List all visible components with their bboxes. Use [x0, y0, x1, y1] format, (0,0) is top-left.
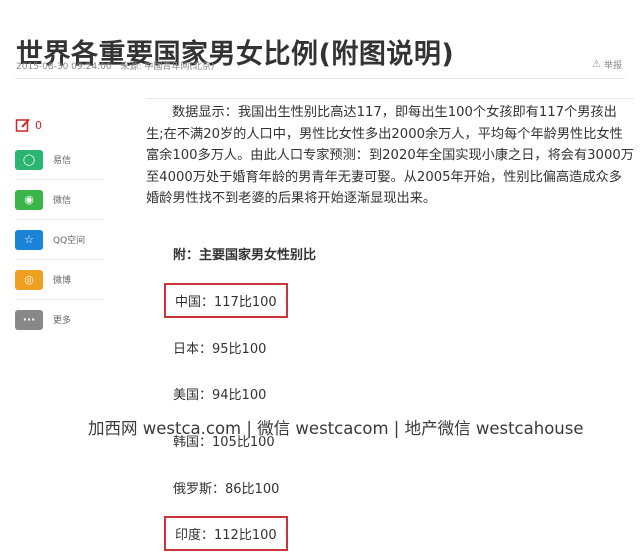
table-heading: 附：主要国家男女性别比: [173, 248, 317, 263]
share-label: 微信: [53, 196, 72, 206]
wechat-icon: ◉: [15, 189, 43, 210]
report-button[interactable]: ⚠ 举报: [592, 58, 622, 71]
share-qzone[interactable]: ☆ QQ空间: [15, 220, 104, 260]
title-divider: [15, 78, 625, 79]
share-weibo[interactable]: ◎ 微博: [15, 260, 104, 300]
share-more[interactable]: ··· 更多: [15, 300, 104, 339]
ratio-row-japan: 日本：95比100: [173, 342, 267, 357]
comment-button[interactable]: 0: [15, 110, 104, 140]
article-date: 2015-08-30 09:24:00: [16, 62, 112, 72]
yixin-icon: ◯: [15, 149, 43, 170]
share-label: 更多: [53, 316, 72, 326]
warning-icon: ⚠: [592, 59, 601, 70]
qzone-icon: ☆: [15, 229, 43, 250]
comment-edit-icon: [15, 118, 30, 132]
article-paragraph: 数据显示：我国出生性别比高达117，即每出生100个女孩即有117个男孩出生;在…: [146, 98, 634, 210]
comment-count: 0: [35, 118, 42, 132]
more-icon: ···: [15, 309, 43, 330]
share-label: QQ空间: [53, 236, 86, 246]
share-label: 微博: [53, 276, 72, 286]
article-source[interactable]: 来源: 中国青年网(北京): [120, 62, 214, 72]
share-label: 易信: [53, 156, 72, 166]
watermark: 加西网 westca.com | 微信 westcacom | 地产微信 wes…: [88, 419, 584, 438]
share-wechat[interactable]: ◉ 微信: [15, 180, 104, 220]
article-meta: 2015-08-30 09:24:00 来源: 中国青年网(北京): [16, 59, 214, 72]
weibo-icon: ◎: [15, 269, 43, 290]
report-label: 举报: [603, 61, 622, 71]
ratio-row-india: 印度：112比100: [164, 516, 288, 551]
share-yixin[interactable]: ◯ 易信: [15, 140, 104, 180]
ratio-row-usa: 美国：94比100: [173, 388, 267, 403]
share-sidebar: 0 ◯ 易信 ◉ 微信 ☆ QQ空间 ◎ 微博 ··· 更多: [15, 110, 104, 339]
ratio-row-russia: 俄罗斯：86比100: [173, 482, 280, 497]
ratio-row-china: 中国：117比100: [164, 283, 288, 318]
